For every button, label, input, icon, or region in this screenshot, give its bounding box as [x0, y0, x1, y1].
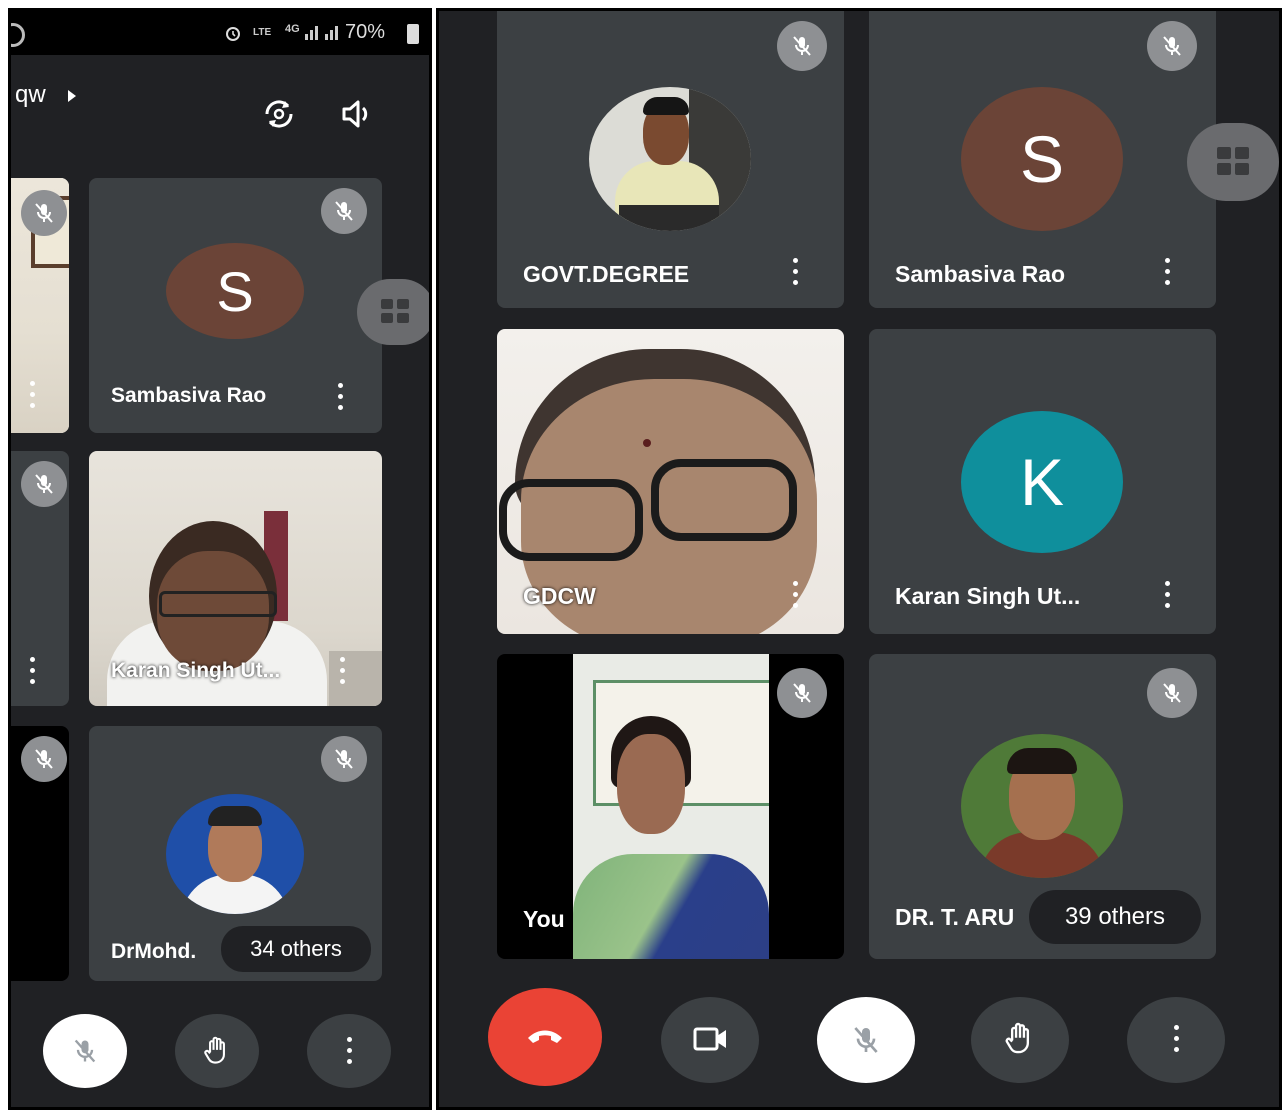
avatar-photo	[166, 794, 304, 914]
participant-tile-karan[interactable]: Karan Singh Ut...	[89, 451, 382, 706]
mic-off-indicator	[1147, 668, 1197, 718]
hand-icon	[204, 1036, 225, 1064]
right-phone-screen: GOVT.DEGREE S Sambasiva Rao GDCW K Karan…	[436, 8, 1282, 1110]
participant-name: DrMohd.	[111, 940, 197, 963]
others-count-badge[interactable]: 39 others	[1029, 890, 1201, 944]
alarm-icon	[226, 27, 240, 41]
participant-tile-gdcw[interactable]: GDCW	[497, 329, 844, 634]
layout-toggle-button[interactable]	[357, 279, 429, 345]
mic-toggle-button[interactable]	[43, 1014, 127, 1088]
more-vert-icon	[1171, 1025, 1181, 1053]
caret-right-icon[interactable]	[67, 89, 77, 103]
participant-tile-partial-top[interactable]	[11, 178, 69, 433]
carrier-label: LTE	[253, 27, 272, 38]
participant-tile-sambasiva[interactable]: S Sambasiva Rao	[869, 11, 1216, 308]
participant-name: DR. T. ARU	[895, 904, 1015, 930]
more-options-icon[interactable]	[790, 581, 800, 609]
mic-off-indicator	[777, 668, 827, 718]
mic-off-indicator	[21, 736, 67, 782]
self-video-feed	[573, 654, 769, 959]
participant-name: Sambasiva Rao	[111, 384, 267, 407]
layout-toggle-button[interactable]	[1187, 123, 1279, 201]
more-options-icon[interactable]	[337, 657, 347, 685]
raise-hand-button[interactable]	[971, 997, 1069, 1083]
participant-name: You	[523, 906, 565, 932]
end-call-button[interactable]	[488, 988, 602, 1086]
battery-percent: 70%	[345, 21, 386, 43]
more-options-icon[interactable]	[1162, 581, 1172, 609]
glasses-left	[499, 479, 643, 561]
more-options-icon[interactable]	[27, 381, 37, 409]
mic-off-indicator	[1147, 21, 1197, 71]
left-phone-screen: LTE 4G 70% qw S Sambasiva Rao Karan Sing…	[8, 8, 432, 1110]
mic-off-indicator	[321, 188, 367, 234]
signal-icon	[305, 26, 338, 40]
avatar: S	[166, 243, 304, 339]
participant-name: Karan Singh Ut...	[895, 583, 1081, 609]
speaker-icon[interactable]	[341, 99, 375, 129]
mic-off-icon	[74, 1039, 96, 1063]
photo-podium	[619, 205, 719, 231]
participant-name: GOVT.DEGREE	[523, 261, 690, 287]
app-icon	[11, 23, 25, 47]
more-vert-icon	[344, 1037, 354, 1065]
participant-name: GDCW	[523, 583, 596, 609]
raise-hand-button[interactable]	[175, 1014, 259, 1088]
video-camera-icon	[693, 1027, 726, 1051]
battery-icon	[407, 24, 419, 44]
participant-tile-sambasiva[interactable]: S Sambasiva Rao	[89, 178, 382, 433]
others-count: 39 others	[1064, 903, 1166, 930]
glasses-right	[651, 459, 797, 541]
participant-tile-partial-mid[interactable]	[11, 451, 69, 706]
photo-hair	[1007, 748, 1077, 774]
more-options-icon[interactable]	[1162, 258, 1172, 286]
more-options-button[interactable]	[1127, 997, 1225, 1083]
more-options-button[interactable]	[307, 1014, 391, 1088]
participant-tile-drmohd[interactable]: DrMohd. 34 others	[89, 726, 382, 981]
end-call-icon	[528, 1030, 562, 1043]
more-options-icon[interactable]	[27, 657, 37, 685]
mic-off-indicator	[777, 21, 827, 71]
avatar-photo	[589, 87, 751, 231]
participant-tile-govt-degree[interactable]: GOVT.DEGREE	[497, 11, 844, 308]
mic-toggle-button[interactable]	[817, 997, 915, 1083]
person-face	[617, 734, 685, 834]
glasses	[159, 591, 277, 617]
avatar: S	[961, 87, 1123, 231]
mic-off-indicator	[21, 190, 67, 236]
participant-name: Sambasiva Rao	[895, 261, 1066, 287]
more-options-icon[interactable]	[335, 383, 345, 411]
mic-off-indicator	[321, 736, 367, 782]
mic-off-indicator	[21, 461, 67, 507]
status-bar: LTE 4G 70%	[11, 11, 429, 55]
participant-tile-karan[interactable]: K Karan Singh Ut...	[869, 329, 1216, 634]
switch-camera-icon[interactable]	[261, 96, 297, 132]
photo-hair	[208, 806, 262, 826]
person-saree	[573, 854, 769, 959]
hand-icon	[1005, 1022, 1030, 1054]
bindi	[643, 439, 651, 447]
participant-name: Karan Singh Ut...	[111, 659, 281, 682]
participant-tile-you[interactable]: You	[497, 654, 844, 959]
participant-tile-dr-aru[interactable]: DR. T. ARU 39 others	[869, 654, 1216, 959]
network-label: 4G	[285, 23, 300, 35]
avatar: K	[961, 411, 1123, 553]
avatar-photo	[961, 734, 1123, 878]
others-count: 34 others	[250, 936, 342, 961]
participant-tile-partial-bottom[interactable]	[11, 726, 69, 981]
mic-off-icon	[854, 1027, 878, 1053]
more-options-icon[interactable]	[790, 258, 800, 286]
camera-toggle-button[interactable]	[661, 997, 759, 1083]
photo-hair	[643, 97, 689, 115]
meeting-code[interactable]: qw	[15, 81, 46, 109]
others-count-badge[interactable]: 34 others	[221, 926, 371, 972]
